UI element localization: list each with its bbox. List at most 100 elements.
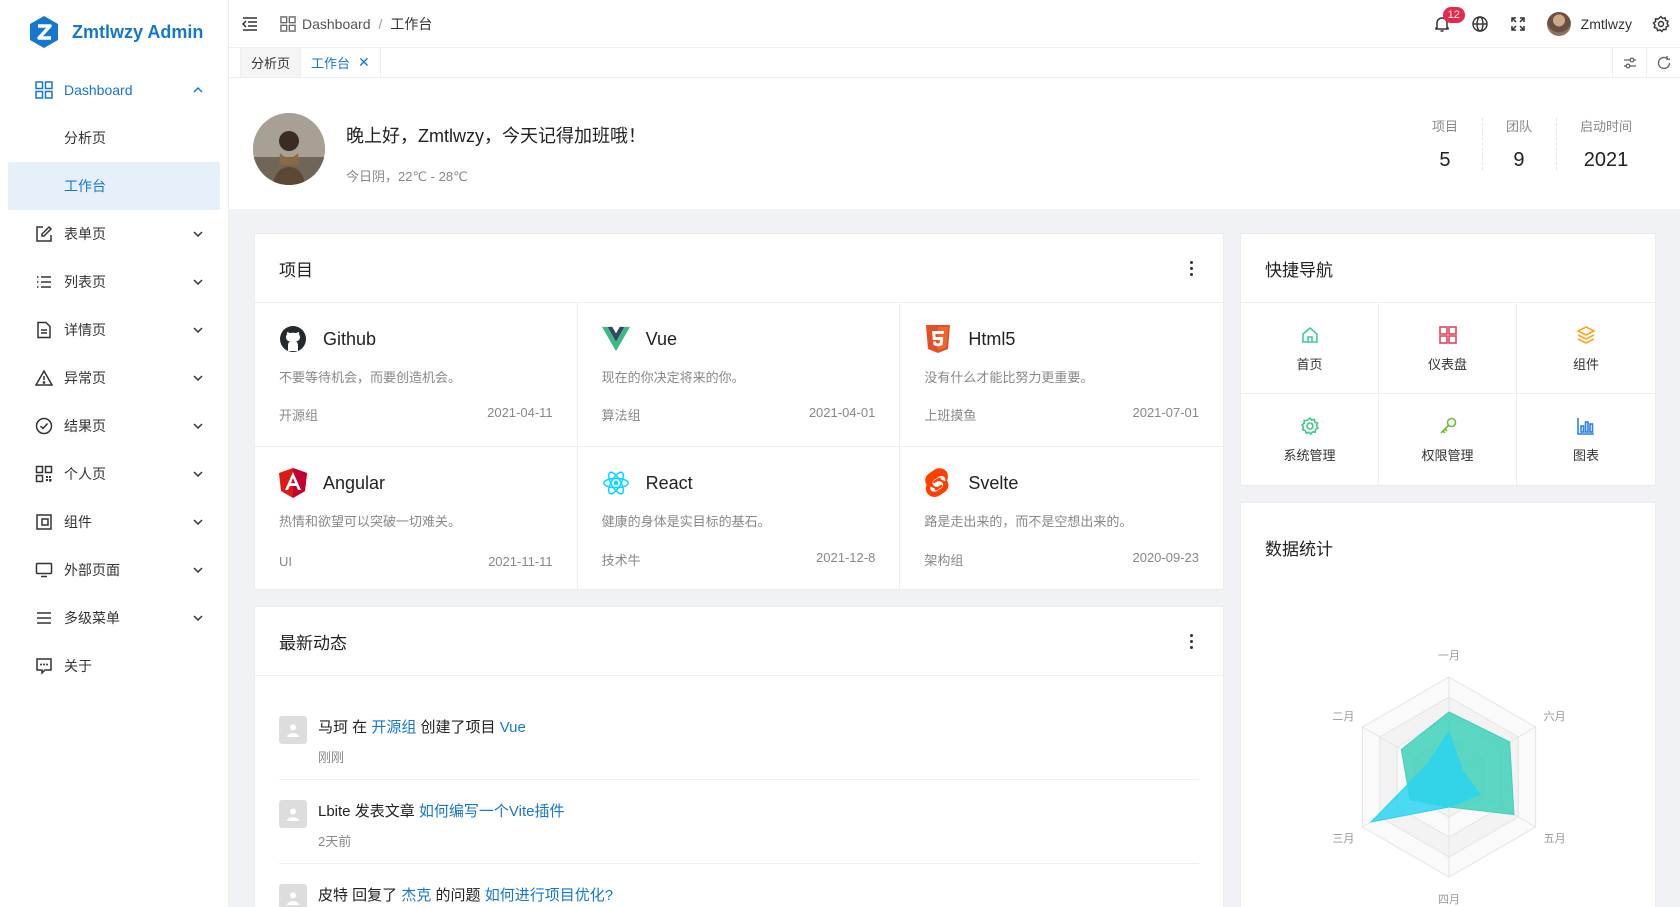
- message-icon: [34, 656, 54, 676]
- chevron-down-icon: [193, 615, 203, 622]
- stats-card: 数据统计 一月 六月 五月 四月 三月 二月: [1240, 502, 1656, 907]
- quicknav-grid: 首页 仪表盘 组件 系统管理 权限管理 图表: [1241, 303, 1655, 485]
- github-icon: [279, 325, 307, 353]
- more-icon[interactable]: [1183, 633, 1199, 649]
- project-item[interactable]: Github 不要等待机会，而要创造机会。 开源组 2021-04-11: [255, 303, 578, 447]
- activity-text: Lbite 发表文章 如何编写一个Vite插件: [318, 800, 564, 821]
- sidebar-item-list[interactable]: 列表页: [0, 258, 228, 306]
- quicknav-chart[interactable]: 图表: [1517, 394, 1655, 485]
- sidebar-item-detail[interactable]: 详情页: [0, 306, 228, 354]
- activity-link[interactable]: 开源组: [371, 719, 416, 736]
- project-group: 上班摸鱼: [924, 408, 977, 423]
- sidebar-item-personal[interactable]: 个人页: [0, 450, 228, 498]
- vue-icon: [601, 325, 630, 353]
- breadcrumb-item[interactable]: Dashboard: [302, 16, 371, 32]
- project-item[interactable]: Angular 热情和欲望可以突破一切难关。 UI 2021-11-11: [255, 447, 578, 591]
- tab-settings-button[interactable]: [1612, 48, 1646, 78]
- close-icon[interactable]: ✕: [358, 54, 370, 71]
- sidebar-item-exception[interactable]: 异常页: [0, 354, 228, 402]
- sidebar-item-result[interactable]: 结果页: [0, 402, 228, 450]
- sidebar-item-label: 列表页: [64, 274, 106, 290]
- project-item[interactable]: Vue 现在的你决定将来的你。 算法组 2021-04-01: [577, 303, 901, 447]
- project-date: 2021-04-01: [808, 405, 876, 420]
- activity-link[interactable]: 如何进行项目优化?: [485, 887, 613, 904]
- warning-icon: [34, 368, 54, 388]
- dashboard-icon: [280, 15, 296, 32]
- sidebar: Zmtlwzy Admin Dashboard 分析页 工作台 表单页 列表页 …: [0, 0, 229, 907]
- notification-button[interactable]: 12: [1423, 0, 1465, 48]
- app-title: Zmtlwzy Admin: [72, 21, 204, 42]
- project-desc: 路是走出来的，而不是空想出来的。: [924, 514, 1133, 529]
- stat-value: 2021: [1583, 149, 1629, 171]
- activity-link[interactable]: 如何编写一个Vite插件: [419, 803, 565, 820]
- project-item[interactable]: Html5 没有什么才能比努力更重要。 上班摸鱼 2021-07-01: [900, 303, 1223, 447]
- quicknav-dashboard[interactable]: 仪表盘: [1379, 303, 1517, 394]
- activity-text: 马珂 在 开源组 创建了项目 Vue: [318, 716, 526, 737]
- project-name: Html5: [968, 328, 1016, 349]
- monitor-icon: [34, 560, 54, 580]
- tab-analysis[interactable]: 分析页: [240, 48, 302, 77]
- refresh-button[interactable]: [1646, 48, 1680, 78]
- project-group: UI: [279, 554, 292, 569]
- project-name: Github: [323, 328, 377, 349]
- project-desc: 现在的你决定将来的你。: [601, 370, 745, 385]
- project-item[interactable]: Svelte 路是走出来的，而不是空想出来的。 架构组 2020-09-23: [900, 447, 1223, 591]
- sidebar-subitem-workbench[interactable]: 工作台: [8, 162, 220, 210]
- card-header: 最新动态: [255, 607, 1223, 676]
- activity-text-part: Lbite 发表文章: [318, 803, 419, 820]
- sidebar-item-component[interactable]: 组件: [0, 498, 228, 546]
- stat-label: 团队: [1505, 119, 1532, 134]
- avatar[interactable]: [1546, 12, 1571, 36]
- sidebar-item-label: 个人页: [64, 466, 106, 482]
- chevron-up-icon: [193, 86, 203, 93]
- chevron-down-icon: [193, 567, 203, 574]
- globe-icon: [1471, 16, 1488, 32]
- project-grid: Github 不要等待机会，而要创造机会。 开源组 2021-04-11 Vue …: [255, 303, 1223, 591]
- sliders-icon: [1623, 57, 1636, 69]
- tab-workbench[interactable]: 工作台 ✕: [301, 48, 381, 77]
- projects-card: 项目 Github 不要等待机会，而要创造机会。 开源组 2021-04-11 V…: [254, 233, 1224, 591]
- avatar: [279, 884, 307, 907]
- quicknav-label: 组件: [1572, 356, 1599, 372]
- menu-icon: [34, 608, 54, 628]
- angular-icon: [279, 468, 307, 498]
- qrcode-icon: [34, 464, 54, 484]
- quicknav-label: 权限管理: [1421, 448, 1474, 463]
- avatar: [279, 716, 307, 744]
- breadcrumb: Dashboard / 工作台: [280, 14, 432, 34]
- sidebar-item-dashboard[interactable]: Dashboard: [0, 66, 228, 114]
- activity-link[interactable]: 杰克: [401, 887, 431, 904]
- greeting: 晚上好，Zmtlwzy，今天记得加班哦！: [346, 126, 646, 146]
- header-actions: 12 Zmtlwzy: [1423, 0, 1680, 48]
- menu-fold-icon[interactable]: [240, 14, 260, 34]
- quicknav-home[interactable]: 首页: [1241, 303, 1379, 394]
- sidebar-item-label: Dashboard: [64, 82, 133, 98]
- activity-time: 刚刚: [318, 750, 345, 765]
- more-icon[interactable]: [1183, 260, 1199, 276]
- project-date: 2021-04-11: [487, 405, 553, 420]
- username[interactable]: Zmtlwzy: [1581, 16, 1632, 32]
- card-title: 最新动态: [279, 633, 347, 653]
- settings-button[interactable]: [1642, 0, 1680, 48]
- project-desc: 热情和欲望可以突破一切难关。: [279, 514, 462, 529]
- logo[interactable]: Zmtlwzy Admin: [0, 0, 228, 64]
- sidebar-item-about[interactable]: 关于: [0, 642, 228, 690]
- quicknav-component[interactable]: 组件: [1517, 303, 1655, 394]
- quicknav-permission[interactable]: 权限管理: [1379, 394, 1517, 485]
- language-button[interactable]: [1461, 0, 1499, 48]
- tab-label: 工作台: [311, 56, 351, 71]
- project-item[interactable]: React 健康的身体是实目标的基石。 技术牛 2021-12-8: [578, 447, 901, 591]
- quicknav-card: 快捷导航 首页 仪表盘 组件 系统管理 权限管理 图表: [1240, 233, 1656, 486]
- activity-text: 皮特 回复了 杰克 的问题 如何进行项目优化?: [318, 884, 613, 905]
- fullscreen-button[interactable]: [1499, 0, 1537, 48]
- chevron-down-icon: [193, 375, 203, 382]
- quicknav-system[interactable]: 系统管理: [1241, 394, 1379, 485]
- sidebar-item-multilevel[interactable]: 多级菜单: [0, 594, 228, 642]
- sidebar-item-external[interactable]: 外部页面: [0, 546, 228, 594]
- project-group: 架构组: [924, 553, 964, 568]
- layers-icon: [1575, 324, 1597, 346]
- sidebar-subitem-analysis[interactable]: 分析页: [0, 114, 228, 162]
- activity-link[interactable]: Vue: [500, 719, 526, 736]
- sidebar-item-form[interactable]: 表单页: [0, 210, 228, 258]
- tabs-bar: 分析页 工作台 ✕: [229, 48, 1680, 78]
